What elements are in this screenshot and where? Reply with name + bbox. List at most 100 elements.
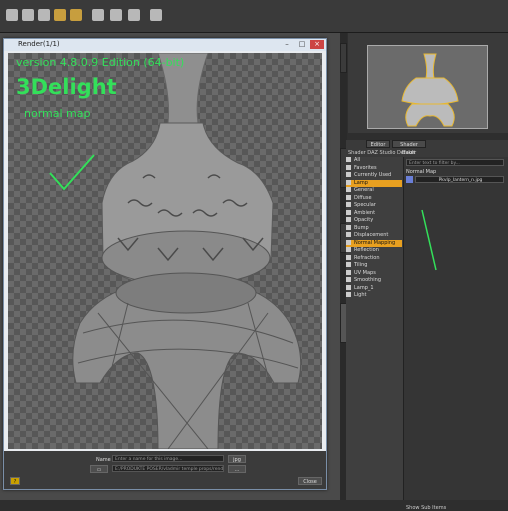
minimize-icon[interactable]: – xyxy=(280,40,294,49)
tree-item[interactable]: Diffuse xyxy=(346,194,402,202)
select-tool-icon[interactable] xyxy=(6,9,18,21)
tree-item[interactable]: Refraction xyxy=(346,254,402,262)
tree-item[interactable]: Bump xyxy=(346,224,402,232)
checkbox-icon[interactable] xyxy=(346,164,351,170)
pane-tab-1[interactable] xyxy=(340,43,347,73)
rotate-tool-icon[interactable] xyxy=(38,9,50,21)
checkbox-icon[interactable] xyxy=(346,217,351,222)
checkbox-icon[interactable] xyxy=(346,277,351,282)
surfaces-pane: Editor Shader Baker Shader DAZ Studio De… xyxy=(346,140,508,511)
tree-item[interactable]: Normal Mapping xyxy=(346,239,402,247)
aux-viewport[interactable] xyxy=(367,45,488,129)
checkbox-icon[interactable] xyxy=(346,232,351,237)
checkbox-icon[interactable] xyxy=(346,262,351,267)
tree-item[interactable]: Currently Used xyxy=(346,172,402,179)
maximize-icon[interactable]: □ xyxy=(295,40,309,49)
tree-item[interactable]: Displacement xyxy=(346,232,402,239)
tree-item-label: Normal Mapping xyxy=(354,239,396,246)
tree-item-label: Displacement xyxy=(354,232,389,238)
tree-item[interactable]: Reflection xyxy=(346,247,402,254)
texture-swatch[interactable] xyxy=(406,176,413,183)
tree-item[interactable]: Lamp_1 xyxy=(346,284,402,292)
render-window: Render(1/1) – □ × version 4.8.0.9 Editio… xyxy=(3,38,327,490)
tree-item-label: All xyxy=(354,157,361,163)
render-save-bar: Name Enter a name for this image... jpg … xyxy=(4,451,326,489)
aux-viewport-pane xyxy=(348,33,508,133)
tree-item-label: Bump xyxy=(354,224,369,231)
help-button[interactable]: ? xyxy=(10,477,20,485)
render-icon[interactable] xyxy=(128,9,140,21)
tree-item[interactable]: UV Maps xyxy=(346,269,402,277)
tree-item[interactable]: All xyxy=(346,157,402,164)
checkbox-icon[interactable] xyxy=(346,224,351,230)
checkbox-icon[interactable] xyxy=(346,187,351,192)
show-sub-items[interactable]: Show Sub Items xyxy=(406,505,446,511)
shader-header: Shader DAZ Studio Default xyxy=(348,150,416,156)
tree-item-label: Diffuse xyxy=(354,194,372,201)
save-path-field[interactable]: E:/PRODUKTE POSER/vladmir temple props/r… xyxy=(112,465,224,472)
close-icon[interactable]: × xyxy=(310,40,324,49)
tree-item[interactable]: Tiling xyxy=(346,262,402,269)
tree-item-label: Light xyxy=(354,292,367,298)
tree-item[interactable]: Opacity xyxy=(346,217,402,224)
checkbox-icon[interactable] xyxy=(346,254,351,260)
checkmark-icon xyxy=(49,154,95,191)
surface-tree: All Favorites Currently Used Lamp General Dif… xyxy=(346,157,404,500)
browse-button[interactable]: … xyxy=(228,465,246,473)
surface-properties: Enter text to filter by... Normal Map Pk… xyxy=(404,157,508,511)
format-dropdown[interactable]: jpg xyxy=(228,455,246,463)
property-label: Normal Map xyxy=(406,169,437,175)
texture-file-field[interactable]: Pkvlp_lantern_n.jpg xyxy=(415,176,504,183)
tree-item[interactable]: Lamp xyxy=(346,179,402,187)
version-overlay-text: version 4.8.0.9 Edition (64-bit) xyxy=(16,56,185,69)
aux-lamp-preview xyxy=(401,53,459,127)
tab-shader-baker[interactable]: Shader Baker xyxy=(392,140,426,156)
tree-item-label: Smoothing xyxy=(354,277,382,283)
tree-item-label: General xyxy=(354,187,374,193)
tree-item-label: UV Maps xyxy=(354,269,376,276)
checkbox-icon[interactable] xyxy=(346,239,351,245)
tree-item-label: Currently Used xyxy=(354,172,392,178)
name-label: Name xyxy=(96,457,111,463)
node-tool-icon[interactable] xyxy=(70,9,82,21)
close-button[interactable]: Close xyxy=(298,477,322,485)
region-tool-icon[interactable] xyxy=(92,9,104,21)
checkbox-icon[interactable] xyxy=(346,209,351,215)
tree-item[interactable]: Ambient xyxy=(346,209,402,217)
checkbox-icon[interactable] xyxy=(346,269,351,275)
checkbox-icon[interactable] xyxy=(346,247,351,252)
tree-item-label: Specular xyxy=(354,202,376,208)
filter-input[interactable]: Enter text to filter by... xyxy=(406,159,504,166)
tree-item-label: Lamp xyxy=(354,179,368,186)
tree-item[interactable]: Light xyxy=(346,292,402,299)
tree-item[interactable]: Favorites xyxy=(346,164,402,172)
checkbox-icon[interactable] xyxy=(346,194,351,200)
tree-item-label: Tiling xyxy=(354,262,368,268)
tree-item-label: Opacity xyxy=(354,217,374,223)
tree-item-label: Lamp_1 xyxy=(354,284,374,291)
render-window-titlebar[interactable]: Render(1/1) – □ × xyxy=(4,39,326,51)
checkbox-icon[interactable] xyxy=(346,284,351,290)
tree-item-label: Favorites xyxy=(354,164,377,171)
tree-item[interactable]: General xyxy=(346,187,402,194)
tree-item[interactable]: Smoothing xyxy=(346,277,402,284)
render-settings-icon[interactable] xyxy=(110,9,122,21)
move-tool-icon[interactable] xyxy=(22,9,34,21)
checkbox-icon[interactable] xyxy=(346,172,351,177)
folder-button[interactable]: ▭ xyxy=(90,465,108,473)
checkbox-icon[interactable] xyxy=(346,202,351,207)
checkbox-icon[interactable] xyxy=(346,157,351,162)
camera-icon[interactable] xyxy=(150,9,162,21)
tab-editor[interactable]: Editor xyxy=(366,140,390,148)
tree-item[interactable]: Specular xyxy=(346,202,402,209)
render-window-title: Render(1/1) xyxy=(18,40,60,48)
checkbox-icon[interactable] xyxy=(346,292,351,297)
tree-item-label: Reflection xyxy=(354,247,379,253)
checkbox-icon[interactable] xyxy=(346,179,351,185)
engine-overlay-text: 3Delight xyxy=(16,75,117,99)
image-name-input[interactable]: Enter a name for this image... xyxy=(112,455,224,462)
hand-tool-icon[interactable] xyxy=(54,9,66,21)
note-overlay-text: normal map xyxy=(24,107,91,120)
render-canvas: version 4.8.0.9 Edition (64-bit) 3Deligh… xyxy=(8,53,322,449)
tree-item-label: Refraction xyxy=(354,254,380,261)
